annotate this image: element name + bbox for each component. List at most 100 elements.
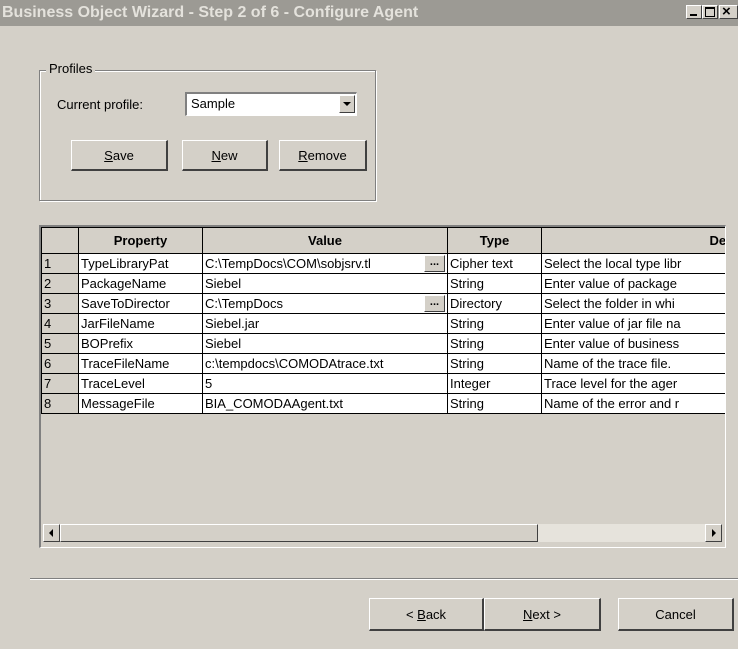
next-label: ext > bbox=[532, 607, 561, 622]
save-button[interactable]: Save bbox=[71, 140, 168, 171]
row-number-cell: 8 bbox=[41, 393, 79, 414]
horizontal-scrollbar[interactable] bbox=[43, 524, 722, 542]
table-row[interactable]: 6 TraceFileName c:\tempdocs\COMODAtrace.tx… bbox=[41, 353, 725, 374]
type-cell: Integer bbox=[447, 373, 542, 394]
table-row[interactable]: 1 TypeLibraryPat C:\TempDocs\COM\sobjsrv.t… bbox=[41, 253, 725, 274]
row-number-cell: 1 bbox=[41, 253, 79, 274]
row-number-cell-text: 5 bbox=[44, 336, 52, 351]
value-cell-text: Siebel bbox=[205, 276, 242, 291]
remove-button[interactable]: Remove bbox=[279, 140, 367, 171]
current-profile-select[interactable]: Sample bbox=[185, 92, 357, 116]
table-row[interactable]: 7 TraceLevel 5 Integer Trace level for the a… bbox=[41, 373, 725, 394]
description-cell: Enter value of package bbox=[541, 273, 725, 294]
description-cell-text: Enter value of jar file na bbox=[544, 316, 681, 331]
type-cell: Directory bbox=[447, 293, 542, 314]
cancel-button[interactable]: Cancel bbox=[618, 598, 734, 631]
property-cell[interactable]: BOPrefix bbox=[78, 333, 203, 354]
type-cell: String bbox=[447, 393, 542, 414]
save-mnemonic: S bbox=[104, 148, 113, 163]
header-property[interactable]: Property bbox=[78, 227, 203, 254]
type-cell-text: String bbox=[450, 276, 484, 291]
property-cell-text: PackageName bbox=[81, 276, 167, 291]
scroll-left-button[interactable] bbox=[43, 524, 60, 542]
chevron-down-icon[interactable] bbox=[339, 95, 355, 113]
value-cell[interactable]: Siebel bbox=[202, 273, 448, 294]
browse-ellipsis-button[interactable]: ... bbox=[424, 295, 445, 312]
remove-mnemonic: R bbox=[298, 148, 308, 163]
back-prefix: < bbox=[405, 607, 418, 622]
value-cell-text: 5 bbox=[205, 376, 213, 391]
description-cell: Select the folder in whi bbox=[541, 293, 725, 314]
value-cell[interactable]: 5 bbox=[202, 373, 448, 394]
window-title: Business Object Wizard - Step 2 of 6 - C… bbox=[2, 4, 419, 21]
header-row: Property Value Type Description bbox=[41, 227, 725, 254]
table-row[interactable]: 2 PackageName Siebel String Enter value of p… bbox=[41, 273, 725, 294]
value-cell[interactable]: C:\TempDocs... bbox=[202, 293, 448, 314]
row-number-cell-text: 8 bbox=[44, 396, 52, 411]
header-description[interactable]: Description bbox=[541, 227, 725, 254]
save-label: ave bbox=[112, 148, 134, 163]
property-cell[interactable]: PackageName bbox=[78, 273, 203, 294]
value-cell[interactable]: c:\tempdocs\COMODAtrace.txt bbox=[202, 353, 448, 374]
row-number-cell: 2 bbox=[41, 273, 79, 294]
scroll-thumb[interactable] bbox=[60, 524, 538, 542]
property-cell[interactable]: JarFileName bbox=[78, 313, 203, 334]
row-number-cell: 5 bbox=[41, 333, 79, 354]
next-mnemonic: N bbox=[523, 607, 533, 622]
type-cell-text: String bbox=[450, 396, 484, 411]
footer-separator bbox=[30, 578, 738, 580]
property-cell[interactable]: MessageFile bbox=[78, 393, 203, 414]
property-cell[interactable]: TypeLibraryPat bbox=[78, 253, 203, 274]
type-cell-text: Integer bbox=[450, 376, 491, 391]
property-cell[interactable]: TraceLevel bbox=[78, 373, 203, 394]
description-cell-text: Name of the error and r bbox=[544, 396, 680, 411]
new-button[interactable]: New bbox=[182, 140, 268, 171]
header-type[interactable]: Type bbox=[447, 227, 542, 254]
row-number-cell-text: 3 bbox=[44, 296, 52, 311]
value-cell[interactable]: Siebel.jar bbox=[202, 313, 448, 334]
next-button[interactable]: Next > bbox=[484, 598, 601, 631]
table-row[interactable]: 5 BOPrefix Siebel String Enter value of busi… bbox=[41, 333, 725, 354]
header-value[interactable]: Value bbox=[202, 227, 448, 254]
property-cell[interactable]: SaveToDirector bbox=[78, 293, 203, 314]
description-cell-text: Select the folder in whi bbox=[544, 296, 675, 311]
type-cell-text: String bbox=[450, 356, 484, 371]
value-cell[interactable]: C:\TempDocs\COM\sobjsrv.tl... bbox=[202, 253, 448, 274]
back-label: ack bbox=[425, 607, 447, 622]
row-number-cell: 4 bbox=[41, 313, 79, 334]
row-number-cell: 3 bbox=[41, 293, 79, 314]
value-cell[interactable]: BIA_COMODAAgent.txt bbox=[202, 393, 448, 414]
description-cell: Name of the error and r bbox=[541, 393, 725, 414]
close-button[interactable]: × bbox=[719, 3, 738, 20]
value-cell-text: BIA_COMODAAgent.txt bbox=[205, 396, 343, 411]
profiles-group bbox=[39, 70, 376, 201]
row-number-cell-text: 4 bbox=[44, 316, 52, 331]
description-cell-text: Enter value of package bbox=[544, 276, 677, 291]
remove-label: emove bbox=[307, 148, 347, 163]
table-row[interactable]: 4 JarFileName Siebel.jar String Enter value … bbox=[41, 313, 725, 334]
browse-ellipsis-button[interactable]: ... bbox=[424, 255, 445, 272]
property-grid[interactable]: Property Value Type Description 1 TypeLib… bbox=[39, 225, 726, 548]
back-button[interactable]: < Back bbox=[369, 598, 484, 631]
table-row[interactable]: 8 MessageFile BIA_COMODAAgent.txt String Nam… bbox=[41, 393, 725, 414]
row-number-cell: 6 bbox=[41, 353, 79, 374]
value-cell-text: Siebel bbox=[205, 336, 242, 351]
minimize-button[interactable] bbox=[686, 5, 702, 19]
property-cell[interactable]: TraceFileName bbox=[78, 353, 203, 374]
value-cell[interactable]: Siebel bbox=[202, 333, 448, 354]
new-label: ew bbox=[220, 148, 238, 163]
maximize-button[interactable] bbox=[702, 5, 718, 19]
row-number-cell-text: 6 bbox=[44, 356, 52, 371]
scroll-right-button[interactable] bbox=[705, 524, 722, 542]
table-row[interactable]: 3 SaveToDirector C:\TempDocs... Directory Se… bbox=[41, 293, 725, 314]
description-cell-text: Select the local type libr bbox=[544, 256, 682, 271]
type-cell-text: Cipher text bbox=[450, 256, 513, 271]
value-cell-text: C:\TempDocs bbox=[205, 296, 284, 311]
value-cell-text: C:\TempDocs\COM\sobjsrv.tl bbox=[205, 256, 371, 271]
description-cell-text: Name of the trace file. bbox=[544, 356, 672, 371]
property-cell-text: TypeLibraryPat bbox=[81, 256, 169, 271]
cancel-label: Cancel bbox=[655, 607, 696, 622]
type-cell: String bbox=[447, 353, 542, 374]
row-number-cell: 7 bbox=[41, 373, 79, 394]
description-cell: Enter value of business bbox=[541, 333, 725, 354]
